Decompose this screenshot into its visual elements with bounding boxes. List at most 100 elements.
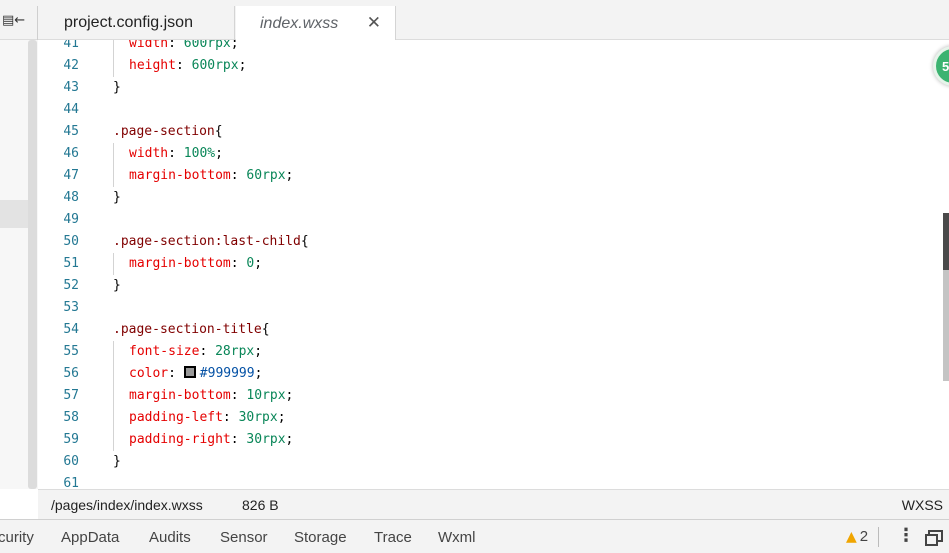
line-number: 50 (63, 234, 79, 249)
indent-guide (113, 40, 114, 77)
token-unit: rpx (262, 168, 286, 183)
token-num: 28 (215, 344, 231, 359)
token-punc: ; (230, 40, 239, 51)
warnings-indicator[interactable]: ▲ 2 (846, 528, 868, 545)
devtab-wxml[interactable]: Wxml (438, 529, 476, 546)
code-line[interactable]: 59 padding-right: 30rpx; (38, 429, 928, 451)
token-num: 10 (246, 388, 263, 403)
close-icon[interactable]: ✕ (367, 13, 381, 33)
token-num: 100% (183, 146, 216, 161)
token-unit: rpx (215, 58, 239, 73)
token-punc: ; (254, 344, 263, 359)
tab-index-wxss[interactable]: index.wxss ✕ (236, 6, 396, 41)
code-line[interactable]: 41 width: 600rpx; (38, 40, 928, 55)
code-text: color: #999999; (129, 363, 262, 385)
code-line[interactable]: 55 font-size: 28rpx; (38, 341, 928, 363)
code-line[interactable]: 43} (38, 77, 928, 99)
code-line[interactable]: 58 padding-left: 30rpx; (38, 407, 928, 429)
token-punc: : (230, 388, 247, 403)
devtools-tab-bar: curity AppData Audits Sensor Storage Tra… (0, 519, 949, 553)
line-number: 47 (63, 168, 79, 183)
devtab-appdata[interactable]: AppData (61, 529, 119, 546)
code-line[interactable]: 42 height: 600rpx; (38, 55, 928, 77)
code-editor[interactable]: 41 width: 600rpx; 42 height: 600rpx; 43} 44 45… (38, 40, 949, 489)
code-line[interactable]: 44 (38, 99, 928, 121)
token-punc: ; (285, 168, 294, 183)
badge-count: 5 (942, 58, 949, 74)
code-text: margin-bottom: 10rpx; (129, 385, 293, 407)
token-punc: } (113, 278, 121, 293)
code-text: } (113, 451, 121, 473)
token-punc: : (222, 410, 239, 425)
code-line[interactable]: 45 .page-section{ (38, 121, 928, 143)
editor-scrollbar-thumb[interactable] (943, 213, 949, 270)
token-unit: rpx (207, 40, 231, 51)
explorer-scrollbar[interactable] (28, 40, 37, 489)
token-punc: ; (277, 410, 286, 425)
code-line[interactable]: 46 width: 100%; (38, 143, 928, 165)
code-line[interactable]: 47 margin-bottom: 60rpx; (38, 165, 928, 187)
line-number: 57 (63, 388, 79, 403)
token-num: 30 (238, 410, 255, 425)
code-text: padding-right: 30rpx; (129, 429, 293, 451)
code-line[interactable]: 52} (38, 275, 928, 297)
panel-collapse-icon[interactable]: ▤← (0, 6, 25, 34)
token-punc: ; (254, 256, 263, 271)
code-line[interactable]: 57 margin-bottom: 10rpx; (38, 385, 928, 407)
line-number: 48 (63, 190, 79, 205)
devtab-security[interactable]: curity (0, 529, 34, 546)
line-number: 51 (63, 256, 79, 271)
token-prop: width (129, 146, 169, 161)
token-punc: { (261, 322, 270, 337)
line-number: 52 (63, 278, 79, 293)
token-num: 600 (183, 40, 208, 51)
token-punc: } (113, 190, 121, 205)
devtab-audits[interactable]: Audits (149, 529, 191, 546)
token-unit: rpx (230, 344, 255, 359)
line-number: 43 (63, 80, 79, 95)
status-file-path: /pages/index/index.wxss (51, 497, 203, 513)
code-text: margin-bottom: 60rpx; (129, 165, 293, 187)
token-punc: { (214, 124, 223, 139)
devtab-trace[interactable]: Trace (374, 529, 412, 546)
code-line[interactable]: 50 .page-section:last-child{ (38, 231, 928, 253)
devtab-sensor[interactable]: Sensor (220, 529, 268, 546)
code-text: height: 600rpx; (129, 55, 246, 77)
file-explorer-panel (0, 40, 38, 489)
tab-project-config[interactable]: project.config.json (38, 6, 235, 40)
code-line[interactable]: 61 (38, 473, 928, 489)
indent-guide (113, 341, 114, 451)
warning-count: 2 (859, 528, 869, 545)
token-sel: .page-section (113, 124, 215, 139)
color-swatch[interactable] (183, 366, 196, 378)
undock-icon[interactable] (925, 530, 943, 546)
code-text: .page-section-title{ (113, 319, 270, 341)
token-punc: } (113, 80, 121, 95)
code-line[interactable]: 53 (38, 297, 928, 319)
code-line[interactable]: 60} (38, 451, 928, 473)
token-punc: ; (254, 366, 263, 381)
token-prop: margin-bottom (129, 168, 231, 183)
token-unit: rpx (254, 410, 278, 425)
code-line[interactable]: 54 .page-section-title{ (38, 319, 928, 341)
code-line[interactable]: 49 (38, 209, 928, 231)
line-number: 56 (63, 366, 79, 381)
code-line[interactable]: 48} (38, 187, 928, 209)
token-punc: : (168, 366, 184, 381)
explorer-selected-item[interactable] (0, 200, 28, 228)
code-text: } (113, 187, 121, 209)
code-line[interactable]: 56 color: #999999; (38, 363, 928, 385)
code-text: .page-section{ (113, 121, 223, 143)
status-language[interactable]: WXSS (902, 497, 943, 513)
line-number: 61 (63, 476, 79, 489)
more-options-icon[interactable]: ⋮ (897, 525, 915, 546)
line-number: 55 (63, 344, 79, 359)
code-line[interactable]: 51 margin-bottom: 0; (38, 253, 928, 275)
status-file-size: 826 B (242, 497, 279, 513)
token-punc: ; (215, 146, 223, 161)
token-prop: margin-bottom (129, 388, 231, 403)
devtab-storage[interactable]: Storage (294, 529, 347, 546)
token-punc: : (230, 168, 247, 183)
line-number: 41 (63, 40, 79, 51)
token-punc: { (300, 234, 309, 249)
